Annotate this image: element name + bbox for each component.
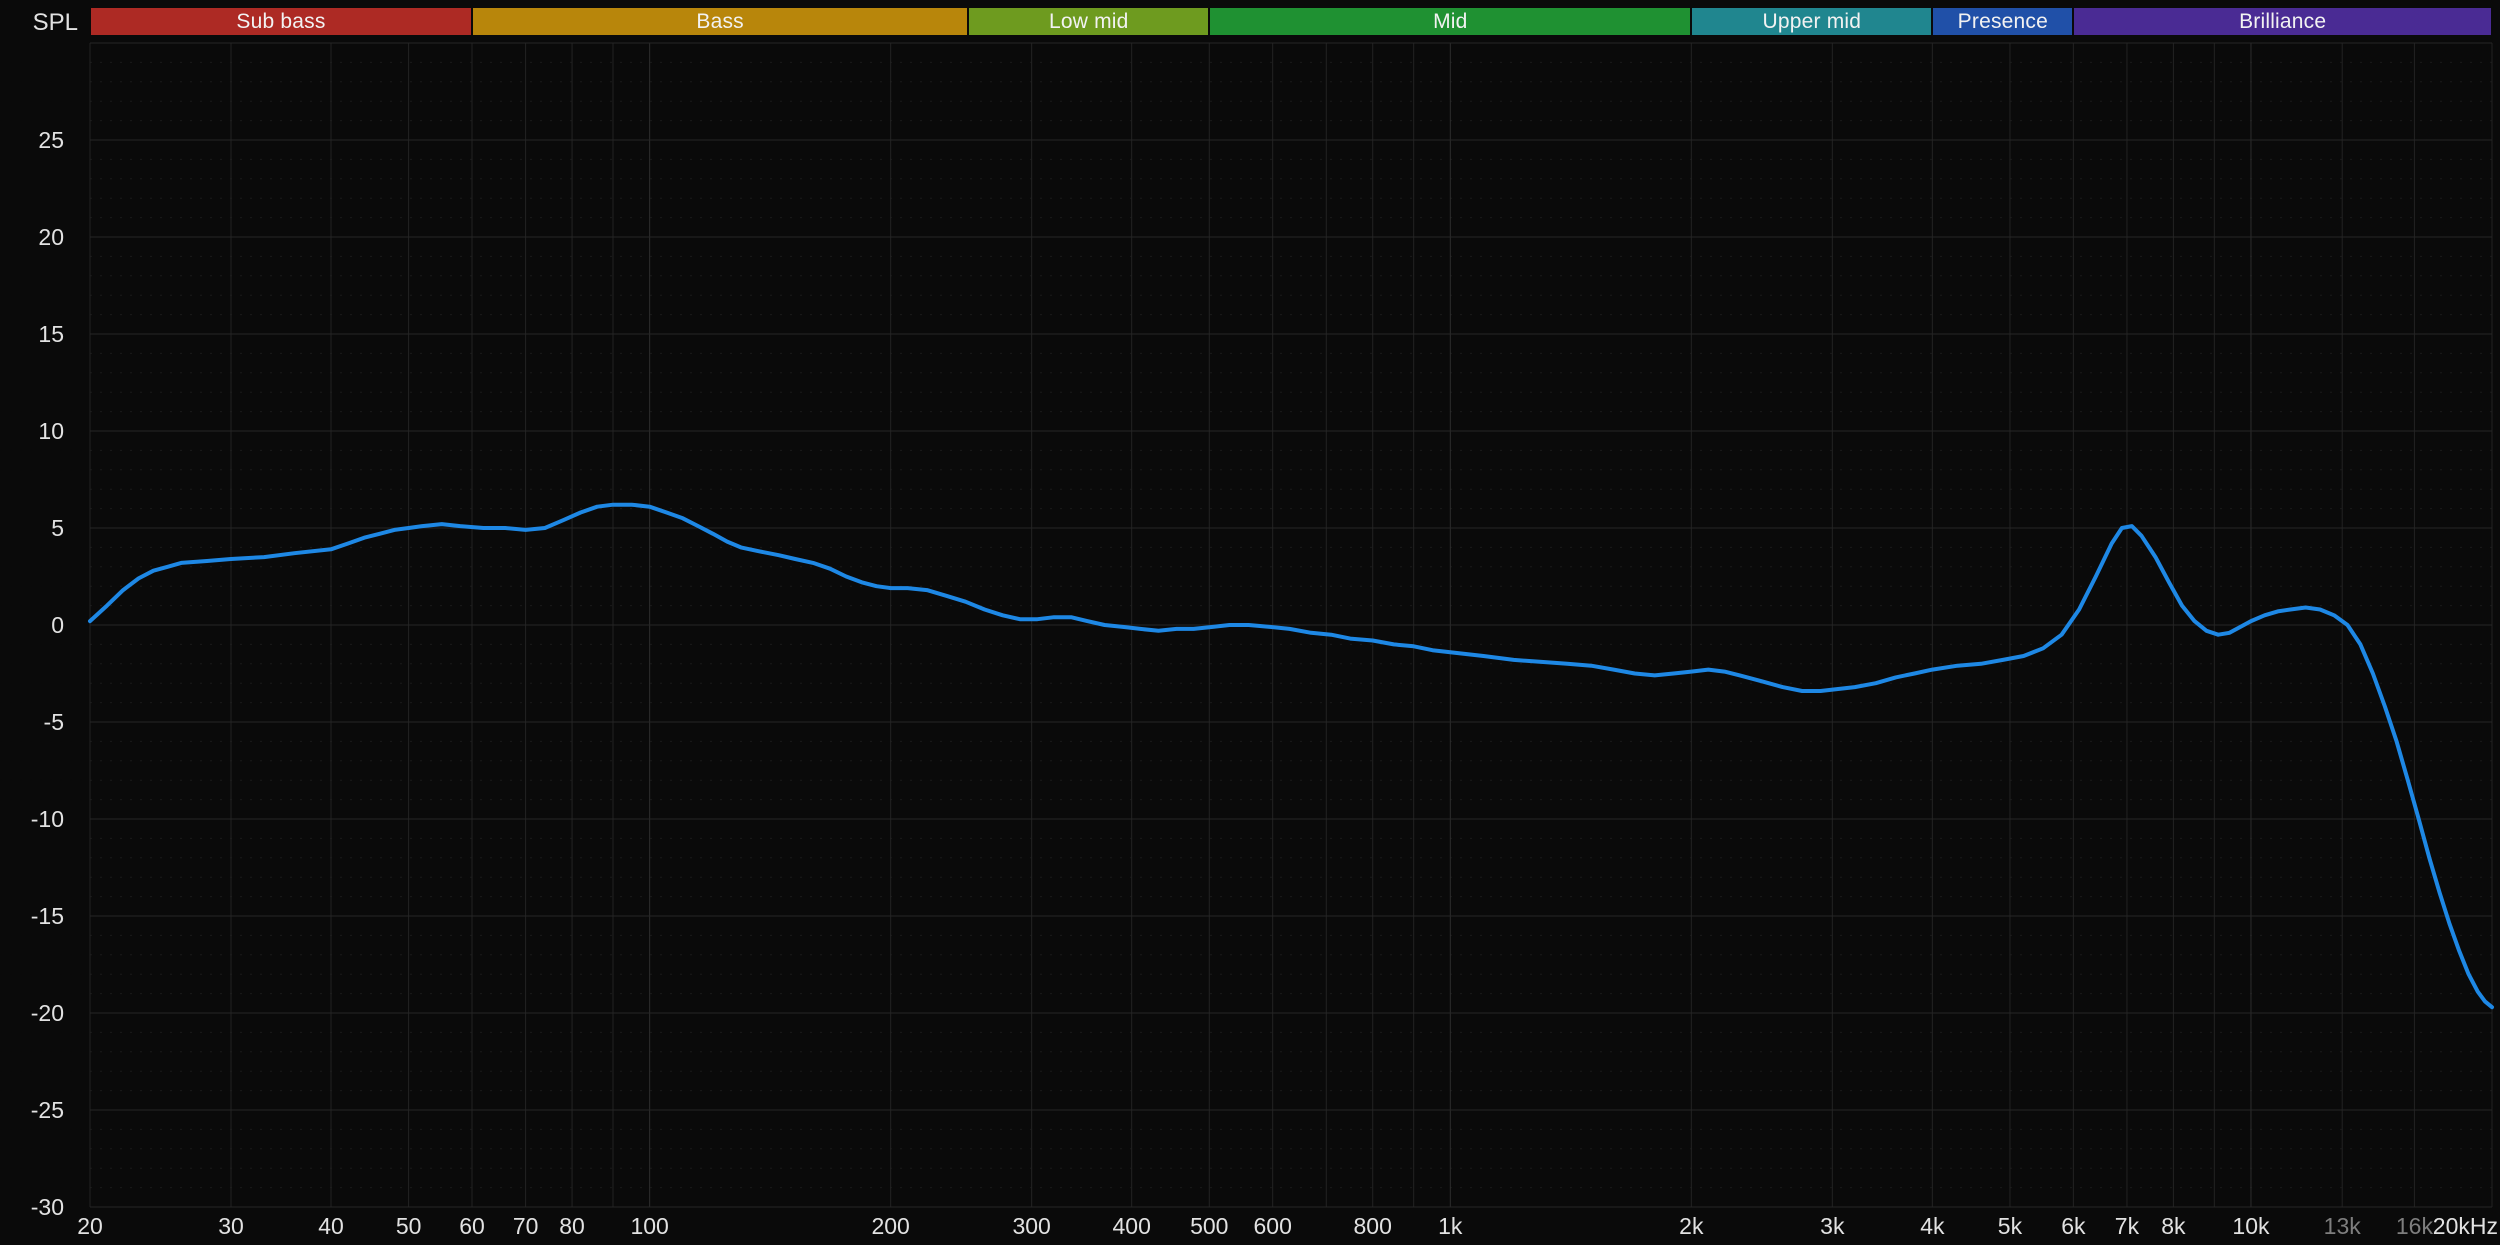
x-tick-label: 1k [1390,1213,1510,1239]
y-tick-label: 0 [0,612,64,638]
x-tick-label: 20kHz [2382,1213,2498,1239]
response-curve [90,505,2492,1008]
y-tick-label: -20 [0,1000,64,1026]
y-tick-label: 5 [0,515,64,541]
x-tick-label: 100 [590,1213,710,1239]
y-tick-label: 15 [0,321,64,347]
plot-area [0,0,2500,1245]
frequency-response-chart: SPL Sub bassBassLow midMidUpper midPrese… [0,0,2500,1245]
x-tick-label: 200 [831,1213,951,1239]
y-tick-label: 20 [0,224,64,250]
y-tick-label: 10 [0,418,64,444]
x-tick-label: 2k [1631,1213,1751,1239]
y-tick-label: -10 [0,806,64,832]
y-tick-label: -5 [0,709,64,735]
y-tick-label: 25 [0,127,64,153]
y-tick-label: -15 [0,903,64,929]
y-tick-label: -25 [0,1097,64,1123]
x-tick-label: 20 [30,1213,150,1239]
